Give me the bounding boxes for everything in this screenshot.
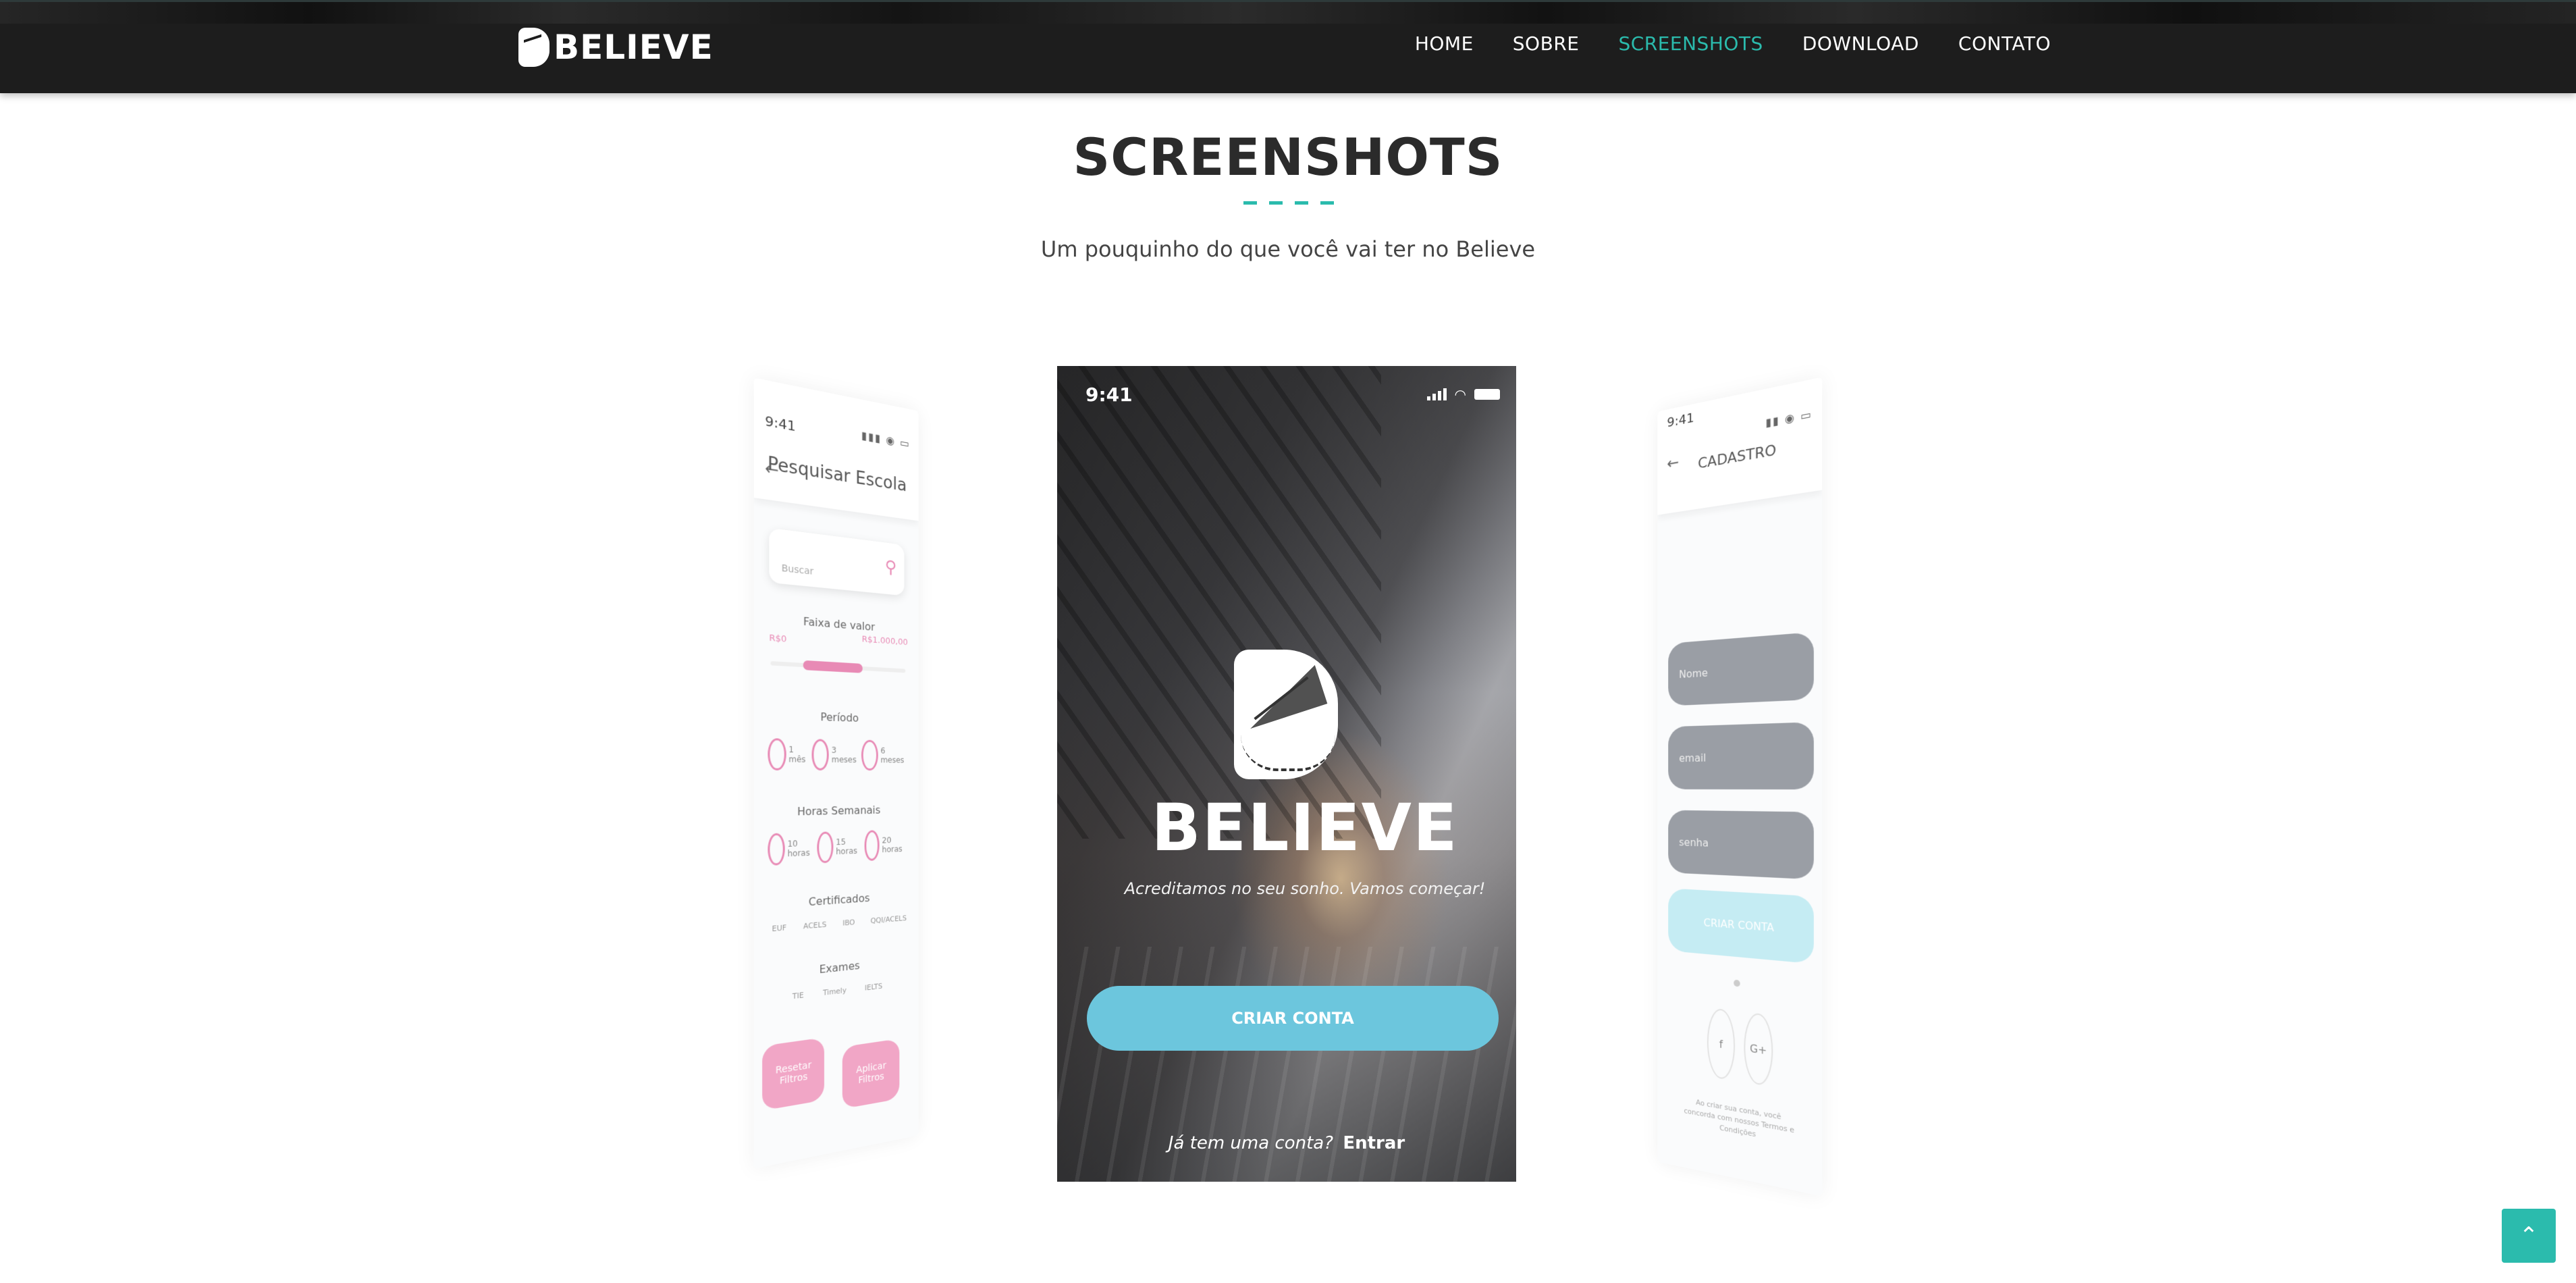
email-field: email <box>1668 722 1814 789</box>
nav-item-sobre[interactable]: SOBRE <box>1513 32 1580 55</box>
radio-label: 10 horas <box>787 838 817 858</box>
search-box <box>769 528 904 596</box>
period-label: Período <box>754 708 919 726</box>
exams-label: Exames <box>754 953 919 983</box>
price-label: Faixa de valor <box>754 610 919 636</box>
checkbox-label: ACELS <box>803 920 826 931</box>
section-subtitle: Um pouquinho do que você vai ter no Beli… <box>0 236 2576 262</box>
divider-dash <box>1320 201 1334 205</box>
exams-options: TIE Timely IELTS <box>793 982 882 1001</box>
radio-option: 10 horas <box>768 832 817 866</box>
believe-logo-icon <box>1234 650 1338 779</box>
phone-time: 9:41 <box>1085 384 1133 406</box>
phone-header <box>754 377 919 521</box>
divider-dash <box>1243 201 1257 205</box>
radio-option: 15 horas <box>817 831 865 864</box>
radio-circle <box>817 831 834 863</box>
radio-circle <box>864 830 880 861</box>
radio-option: 6 meses <box>861 740 909 771</box>
terms-text: Ao criar sua conta, você concorda com no… <box>1682 1095 1798 1148</box>
chevron-up-icon: ⌃ <box>2519 1222 2539 1249</box>
signal-icon <box>1427 388 1447 400</box>
section-title: SCREENSHOTS <box>0 127 2576 187</box>
radio-option: 20 horas <box>864 829 909 861</box>
radio-label: 6 meses <box>880 746 909 765</box>
brand-logo[interactable]: BELIEVE <box>518 27 714 68</box>
certs-label: Certificados <box>754 889 919 913</box>
app-brand: BELIEVE <box>1057 790 1516 866</box>
divider-dash <box>1295 201 1308 205</box>
facebook-icon: f <box>1707 1007 1735 1081</box>
title-divider <box>1243 201 1334 205</box>
radio-circle <box>861 740 878 770</box>
price-min: R$0 <box>769 633 786 644</box>
login-link[interactable]: Entrar <box>1343 1133 1405 1153</box>
nav-item-contato[interactable]: CONTATO <box>1958 32 2051 55</box>
wifi-icon: ◠ <box>1455 386 1466 402</box>
checkbox-label: TIE <box>793 991 804 1001</box>
status-icons: ◠ <box>1427 386 1500 402</box>
checkbox-label: IBO <box>842 918 855 927</box>
signup-create-button: CRIAR CONTA <box>1668 888 1814 964</box>
hours-label: Horas Semanais <box>754 803 919 819</box>
checkbox-label: IELTS <box>865 982 882 993</box>
hours-options: 10 horas 15 horas 20 horas <box>768 829 909 866</box>
background-roof <box>1057 366 1381 839</box>
battery-icon <box>1474 389 1500 400</box>
radio-circle <box>768 738 786 770</box>
brand-b-icon <box>518 28 549 67</box>
main-menu: HOME SOBRE SCREENSHOTS DOWNLOAD CONTATO <box>1415 32 2051 55</box>
back-to-top-button[interactable]: ⌃ <box>2502 1209 2556 1263</box>
radio-option: 3 meses <box>811 739 861 770</box>
radio-option: 1 mês <box>768 738 811 770</box>
checkbox-label: QQI/ACELS <box>871 914 907 925</box>
search-icon: ⚲ <box>885 557 896 578</box>
certs-options: EUF ACELS IBO QQI/ACELS <box>772 914 907 933</box>
price-slider-fill <box>803 660 863 673</box>
radio-circle <box>768 833 784 866</box>
screenshot-welcome[interactable]: 9:41 ◠ BELIEVE Acreditamos no seu sonho.… <box>1057 366 1516 1182</box>
screenshot-search-school[interactable]: 9:41 ▮▮▮ ◉ ▭ ← Pesquisar Escola Buscar ⚲… <box>754 377 919 1168</box>
divider-dot <box>1734 980 1740 987</box>
navbar-top-strip <box>0 0 2576 24</box>
radio-label: 1 mês <box>788 745 811 764</box>
price-max: R$1.000,00 <box>862 634 908 648</box>
nav-item-download[interactable]: DOWNLOAD <box>1802 32 1919 55</box>
nav-item-screenshots[interactable]: SCREENSHOTS <box>1618 32 1763 55</box>
screenshot-signup[interactable]: 9:41 ▮▮ ◉ ▭ ← CADASTRO Nome email senha … <box>1657 377 1822 1196</box>
name-field: Nome <box>1668 632 1814 706</box>
google-plus-icon: G+ <box>1744 1012 1773 1086</box>
radio-label: 3 meses <box>832 745 861 764</box>
create-account-button[interactable]: CRIAR CONTA <box>1087 986 1499 1051</box>
navbar: BELIEVE HOME SOBRE SCREENSHOTS DOWNLOAD … <box>0 0 2576 93</box>
login-question: Já tem uma conta? <box>1169 1133 1333 1153</box>
period-options: 1 mês 3 meses 6 meses <box>768 738 909 770</box>
radio-label: 20 horas <box>882 835 909 854</box>
nav-item-home[interactable]: HOME <box>1415 32 1474 55</box>
checkbox-label: Timely <box>823 986 847 997</box>
reset-filters-button: Resetar Filtros <box>762 1037 824 1111</box>
radio-label: 15 horas <box>836 837 864 856</box>
divider-dash <box>1269 201 1283 205</box>
app-tagline: Acreditamos no seu sonho. Vamos começar! <box>1057 879 1516 898</box>
brand-text: BELIEVE <box>554 28 714 67</box>
password-field: senha <box>1668 810 1814 880</box>
apply-filters-button: Aplicar Filtros <box>842 1039 900 1109</box>
checkbox-label: EUF <box>772 923 786 933</box>
radio-circle <box>811 739 829 770</box>
login-prompt: Já tem uma conta? Entrar <box>1057 1133 1516 1153</box>
